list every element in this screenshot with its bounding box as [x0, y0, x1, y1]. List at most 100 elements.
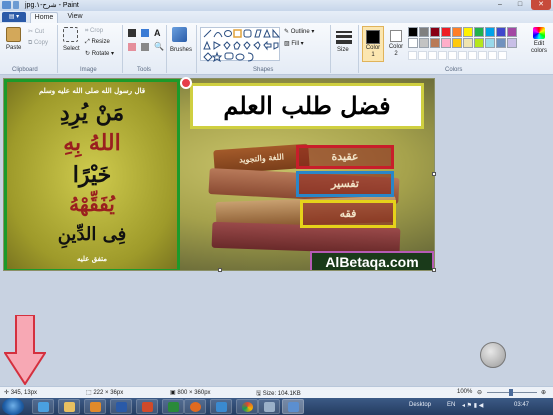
paste-button[interactable]: Paste — [6, 45, 21, 51]
crop-button[interactable]: ⌗ Crop — [85, 28, 103, 35]
selection-handle-icon[interactable] — [180, 77, 192, 89]
edit-colors-button[interactable]: Edit colors — [528, 27, 550, 63]
palette-swatch[interactable] — [408, 38, 418, 48]
taskbar-app-tool[interactable] — [258, 399, 280, 414]
taskbar-app-paint[interactable] — [282, 399, 304, 414]
palette-swatch[interactable] — [419, 27, 429, 37]
resize-handle-corner[interactable] — [432, 268, 436, 272]
taskbar-app-ie2[interactable] — [210, 399, 232, 414]
text-tool-icon[interactable]: A — [154, 28, 161, 38]
minimize-button[interactable]: – — [491, 0, 509, 10]
resize-handle-bottom[interactable] — [218, 268, 222, 272]
zoom-in-button[interactable]: ⊕ — [541, 389, 546, 396]
brushes-button[interactable]: Brushes — [170, 47, 192, 53]
close-button[interactable]: ✕ — [531, 0, 551, 10]
palette-swatch[interactable] — [452, 27, 462, 37]
palette-swatch[interactable] — [463, 38, 473, 48]
maximize-button[interactable]: □ — [511, 0, 529, 10]
taskbar-app-excel[interactable] — [162, 399, 184, 414]
palette-swatch[interactable] — [485, 27, 495, 37]
custom-color-slot[interactable] — [488, 51, 497, 60]
cursor-position: ✛ 345, 13px — [4, 390, 38, 396]
rotate-label: Rotate ▾ — [91, 51, 115, 57]
fill-bucket-icon[interactable] — [141, 29, 149, 37]
color1-button[interactable]: Color 1 — [362, 26, 384, 62]
palette-swatch[interactable] — [485, 38, 495, 48]
taskbar-app-powerpoint[interactable] — [136, 399, 158, 414]
palette-swatch[interactable] — [463, 27, 473, 37]
taskbar-app-firefox[interactable] — [184, 399, 206, 414]
select-button[interactable]: Select — [63, 46, 80, 52]
palette-swatch[interactable] — [430, 27, 440, 37]
color-picker-icon[interactable] — [141, 43, 149, 51]
book-label-tafseer: تفسير — [296, 171, 394, 197]
custom-color-slot[interactable] — [438, 51, 447, 60]
hadith-line-5: فِى الدِّينِ — [57, 224, 127, 245]
tab-home[interactable]: Home — [30, 12, 58, 23]
brushes-icon[interactable] — [172, 27, 187, 42]
taskbar-app-media[interactable] — [84, 399, 106, 414]
custom-color-slot[interactable] — [428, 51, 437, 60]
custom-color-slot[interactable] — [458, 51, 467, 60]
taskbar-app-word[interactable] — [110, 399, 132, 414]
palette-swatch[interactable] — [452, 38, 462, 48]
color-palette-custom-row — [408, 51, 524, 61]
color-palette — [408, 27, 524, 51]
paste-icon[interactable] — [6, 27, 21, 42]
palette-swatch[interactable] — [419, 38, 429, 48]
taskbar-app-explorer[interactable] — [58, 399, 80, 414]
palette-swatch[interactable] — [408, 27, 418, 37]
shapes-gallery[interactable] — [200, 27, 281, 63]
magnifier-icon[interactable]: 🔍 — [154, 42, 164, 51]
custom-color-slot[interactable] — [408, 51, 417, 60]
eraser-icon[interactable] — [128, 43, 136, 51]
resize-handle-right[interactable] — [432, 172, 436, 176]
palette-swatch[interactable] — [474, 38, 484, 48]
palette-swatch[interactable] — [474, 27, 484, 37]
zoom-out-button[interactable]: ⊖ — [477, 389, 482, 396]
cut-button[interactable]: ✂ Cut — [28, 28, 44, 35]
palette-swatch[interactable] — [496, 38, 506, 48]
taskbar-app-ie[interactable] — [32, 399, 54, 414]
custom-color-slot[interactable] — [468, 51, 477, 60]
hadith-line-4: يُفَقِّهْهُ — [69, 192, 115, 216]
taskbar-app-chrome[interactable] — [236, 399, 258, 414]
palette-swatch[interactable] — [496, 27, 506, 37]
tray-icons[interactable]: ◂ ⚑ ▮ ◀ — [462, 402, 483, 409]
divider — [196, 25, 197, 73]
rotate-button[interactable]: ↻ Rotate ▾ — [85, 50, 114, 57]
palette-swatch[interactable] — [441, 27, 451, 37]
paint-app-icon[interactable] — [2, 1, 11, 9]
hadith-line-2: اللهُ بِهِ — [63, 130, 121, 156]
size-button[interactable]: Size — [337, 47, 349, 53]
language-indicator[interactable]: EN — [447, 402, 455, 408]
copy-button[interactable]: ⧉ Copy — [28, 40, 48, 47]
fill-dropdown[interactable]: ▨ Fill ▾ — [284, 40, 304, 47]
custom-color-slot[interactable] — [478, 51, 487, 60]
zoom-slider-thumb[interactable] — [509, 389, 513, 396]
color2-button[interactable]: Color 2 — [386, 26, 406, 62]
start-button[interactable] — [2, 398, 24, 415]
tab-view[interactable]: View — [63, 12, 87, 22]
clock[interactable]: 03:47 — [514, 402, 529, 408]
resize-button[interactable]: ⤢ Resize — [85, 39, 110, 46]
down-arrow-icon — [4, 315, 46, 385]
color2-swatch — [390, 30, 402, 42]
selection-size-value: 222 × 36px — [93, 390, 124, 396]
palette-swatch[interactable] — [507, 27, 517, 37]
palette-swatch[interactable] — [507, 38, 517, 48]
select-icon[interactable] — [63, 27, 78, 42]
palette-swatch[interactable] — [430, 38, 440, 48]
palette-swatch[interactable] — [441, 38, 451, 48]
size-icon[interactable] — [336, 29, 352, 45]
custom-color-slot[interactable] — [498, 51, 507, 60]
media-icon — [89, 402, 101, 412]
canvas-image[interactable]: قال رسول الله صلى الله عليه وسلم مَنْ يُ… — [3, 78, 435, 271]
desktop-toolbar[interactable]: Desktop — [409, 402, 431, 408]
pencil-icon[interactable] — [128, 29, 136, 37]
custom-color-slot[interactable] — [448, 51, 457, 60]
save-icon[interactable] — [13, 1, 19, 9]
file-menu-button[interactable]: ▤ ▾ — [2, 12, 26, 22]
outline-dropdown[interactable]: ✎ Outline ▾ — [284, 28, 314, 35]
custom-color-slot[interactable] — [418, 51, 427, 60]
